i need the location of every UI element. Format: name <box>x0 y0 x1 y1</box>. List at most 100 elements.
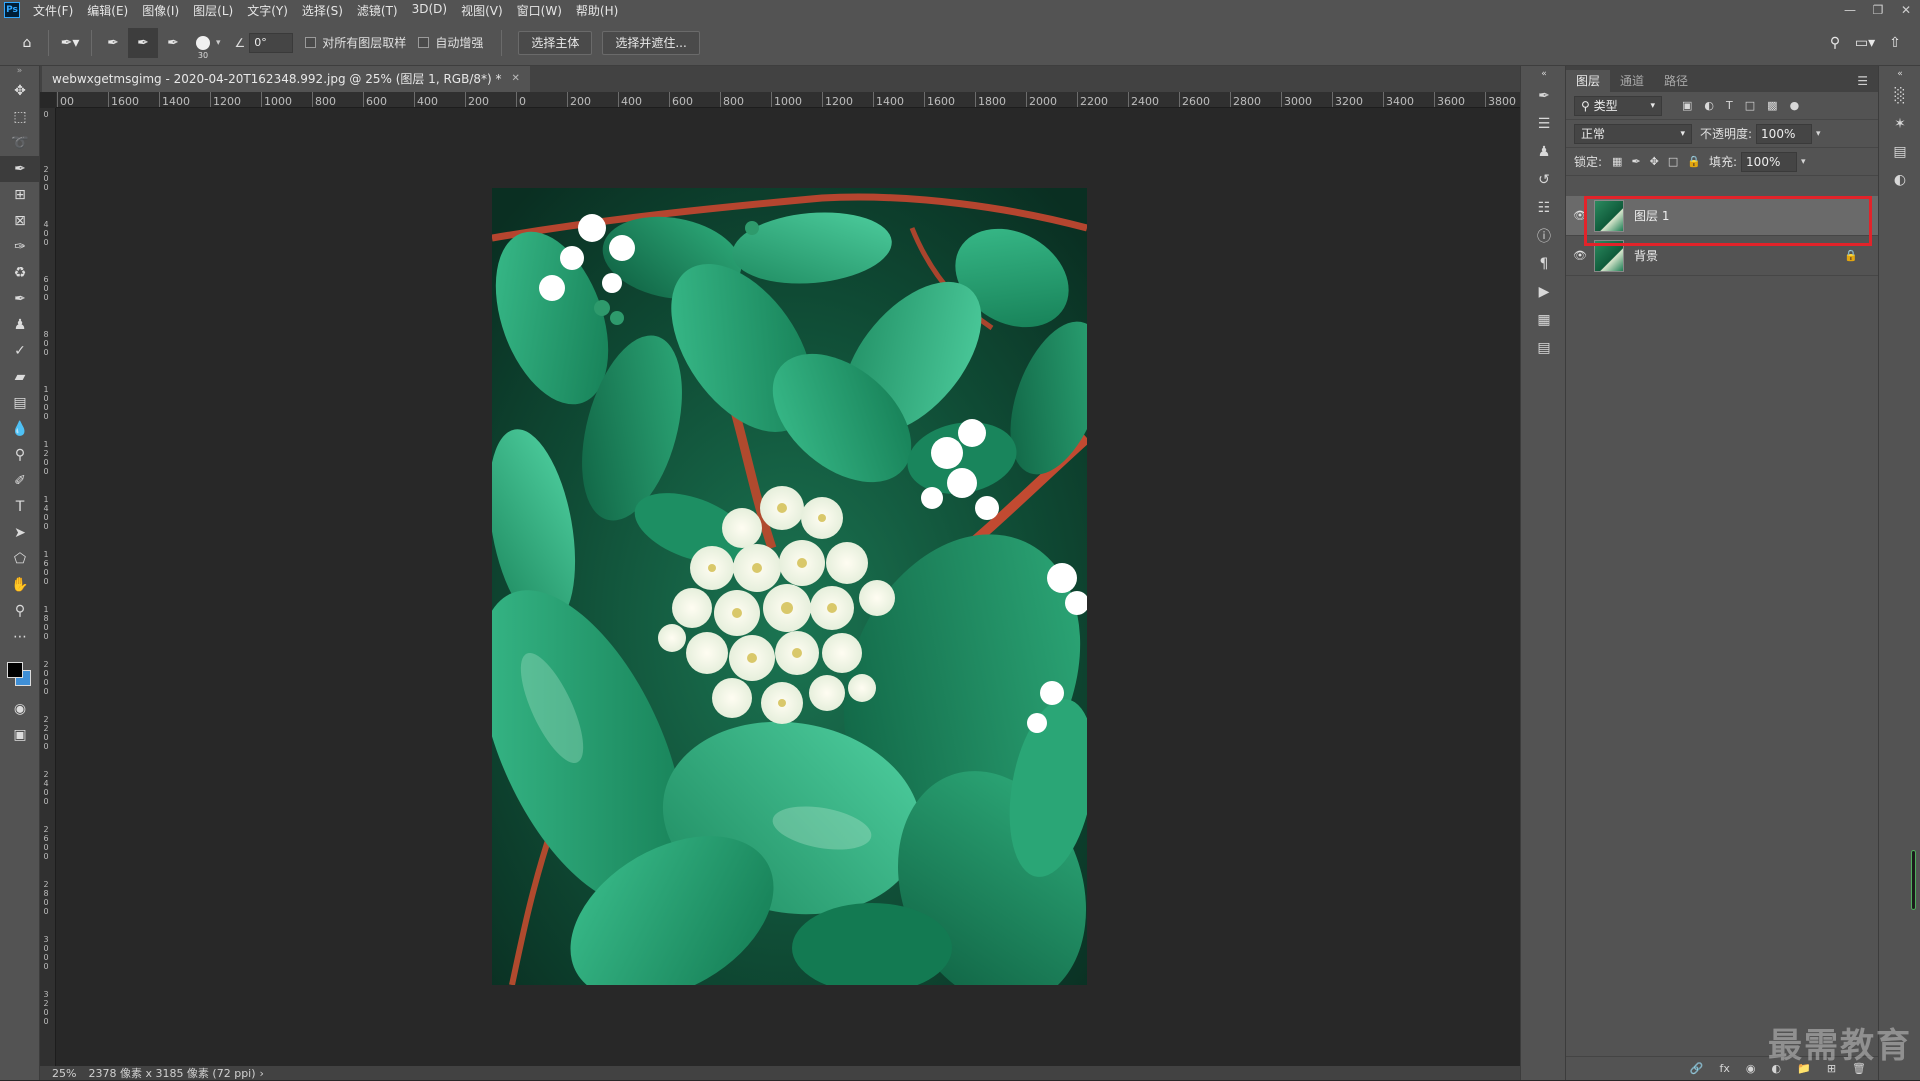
chevron-down-icon[interactable]: ▾ <box>1801 157 1806 167</box>
document-tab[interactable]: webwxgetmsgimg - 2020-04-20T162348.992.j… <box>42 66 530 92</box>
menu-file[interactable]: 文件(F) <box>26 2 80 19</box>
libraries-icon[interactable]: ▦ <box>1521 306 1567 334</box>
auto-enhance-checkbox[interactable] <box>418 37 430 48</box>
adjustments-icon[interactable]: ☰ <box>1521 110 1567 138</box>
filter-adjustment-icon[interactable]: ◐ <box>1704 99 1714 112</box>
collapse-panels-icon[interactable]: « <box>1521 66 1567 82</box>
eye-icon[interactable]: 👁 <box>1566 209 1594 222</box>
search-icon[interactable]: ⚲ <box>1820 28 1850 58</box>
chevron-down-icon[interactable]: ▾ <box>216 38 221 48</box>
brush-size-picker[interactable]: 30 <box>196 35 210 60</box>
healing-brush-tool-icon[interactable]: ♻ <box>0 260 40 286</box>
more-tools-icon[interactable]: ⋯ <box>0 624 40 650</box>
menu-3d[interactable]: 3D(D) <box>405 2 454 19</box>
filter-shape-icon[interactable]: □ <box>1745 99 1755 112</box>
panel-menu-icon[interactable]: ☰ <box>1847 70 1878 92</box>
dodge-tool-icon[interactable]: ⚲ <box>0 442 40 468</box>
chevron-down-icon[interactable]: ▾ <box>1816 129 1821 139</box>
layer-row-background[interactable]: 👁 背景 🔒 <box>1566 236 1878 276</box>
collapse-toolbar-icon[interactable]: » <box>0 66 39 78</box>
eyedropper-tool-icon[interactable]: ✑ <box>0 234 40 260</box>
zoom-tool-icon[interactable]: ⚲ <box>0 598 40 624</box>
shape-tool-icon[interactable]: ⬠ <box>0 546 40 572</box>
menu-window[interactable]: 窗口(W) <box>510 2 569 19</box>
filter-smart-object-icon[interactable]: ▩ <box>1767 99 1777 112</box>
type-tool-icon[interactable]: T <box>0 494 40 520</box>
close-icon[interactable]: ✕ <box>512 66 520 92</box>
crop-tool-icon[interactable]: ⊞ <box>0 182 40 208</box>
info-icon[interactable]: ⓘ <box>1521 222 1567 250</box>
blur-tool-icon[interactable]: 💧 <box>0 416 40 442</box>
collapse-panels-icon[interactable]: « <box>1879 66 1920 82</box>
layer-name[interactable]: 背景 <box>1634 247 1658 264</box>
add-mask-icon[interactable]: ◉ <box>1746 1062 1756 1075</box>
brush-tool-icon[interactable]: ✒ <box>0 286 40 312</box>
auto-enhance-option[interactable]: 自动增强 <box>418 34 483 51</box>
brush-settings-icon[interactable]: ✒ <box>1521 82 1567 110</box>
filter-kind-select[interactable]: ⚲ 类型 ▾ <box>1574 95 1662 116</box>
histogram-icon[interactable]: ░ <box>1879 82 1920 110</box>
fill-field[interactable]: 100% <box>1741 151 1798 172</box>
workspace-icon[interactable]: ▭▾ <box>1850 28 1880 58</box>
zoom-level[interactable]: 25% <box>52 1067 76 1080</box>
menu-type[interactable]: 文字(Y) <box>240 2 295 19</box>
history-icon[interactable]: ↺ <box>1521 166 1567 194</box>
minimize-icon[interactable]: — <box>1836 0 1864 20</box>
lock-all-icon[interactable]: 🔒 <box>1687 155 1701 168</box>
filter-pixel-icon[interactable]: ▣ <box>1682 99 1692 112</box>
lock-transparent-icon[interactable]: ▦ <box>1612 155 1622 168</box>
document-size-info[interactable]: 2378 像素 x 3185 像素 (72 ppi) <box>88 1065 255 1081</box>
menu-filter[interactable]: 滤镜(T) <box>350 2 405 19</box>
opacity-field[interactable]: 100% <box>1756 123 1813 144</box>
menu-help[interactable]: 帮助(H) <box>569 2 625 19</box>
close-icon[interactable]: ✕ <box>1892 0 1920 20</box>
clone-stamp-tool-icon[interactable]: ♟ <box>0 312 40 338</box>
history-brush-tool-icon[interactable]: ✓ <box>0 338 40 364</box>
quick-selection-tool-icon[interactable]: ✒ <box>0 156 40 182</box>
screen-mode-icon[interactable]: ▣ <box>0 722 40 748</box>
menu-image[interactable]: 图像(I) <box>135 2 186 19</box>
gradient-tool-icon[interactable]: ▤ <box>0 390 40 416</box>
chevron-right-icon[interactable]: › <box>260 1067 264 1080</box>
sample-all-layers-option[interactable]: 对所有图层取样 <box>305 34 406 51</box>
share-icon[interactable]: ⇧ <box>1880 28 1910 58</box>
menu-select[interactable]: 选择(S) <box>295 2 350 19</box>
pen-tool-icon[interactable]: ✐ <box>0 468 40 494</box>
add-to-selection-brush-icon[interactable]: ✒ <box>128 27 158 58</box>
quick-mask-icon[interactable]: ◉ <box>0 696 40 722</box>
color-icon[interactable]: ◐ <box>1879 166 1920 194</box>
path-selection-tool-icon[interactable]: ➤ <box>0 520 40 546</box>
filter-type-icon[interactable]: T <box>1726 99 1733 112</box>
menu-layer[interactable]: 图层(L) <box>186 2 240 19</box>
tab-layers[interactable]: 图层 <box>1566 70 1611 92</box>
move-tool-icon[interactable]: ✥ <box>0 78 40 104</box>
frame-tool-icon[interactable]: ⊠ <box>0 208 40 234</box>
notes-icon[interactable]: ▤ <box>1521 334 1567 362</box>
swatches-icon[interactable]: ▤ <box>1879 138 1920 166</box>
home-icon[interactable]: ⌂ <box>12 28 42 58</box>
layer-name[interactable]: 图层 1 <box>1634 207 1669 224</box>
tab-paths[interactable]: 路径 <box>1654 70 1698 92</box>
restore-icon[interactable]: ❐ <box>1864 0 1892 20</box>
tool-preset-picker-icon[interactable]: ✒▾ <box>55 28 85 58</box>
tab-channels[interactable]: 通道 <box>1610 70 1654 92</box>
properties-icon[interactable]: ☷ <box>1521 194 1567 222</box>
flower-photo[interactable] <box>492 188 1087 985</box>
clone-source-icon[interactable]: ♟ <box>1521 138 1567 166</box>
lock-image-icon[interactable]: ✒ <box>1631 155 1640 168</box>
lasso-tool-icon[interactable]: ➰ <box>0 130 40 156</box>
sample-all-layers-checkbox[interactable] <box>305 37 317 48</box>
select-and-mask-button[interactable]: 选择并遮住... <box>602 30 700 55</box>
menu-edit[interactable]: 编辑(E) <box>80 2 135 19</box>
new-selection-brush-icon[interactable]: ✒ <box>98 28 128 58</box>
eye-icon[interactable]: 👁 <box>1566 249 1594 262</box>
lock-position-icon[interactable]: ✥ <box>1650 155 1659 168</box>
layer-row-layer1[interactable]: 👁 图层 1 <box>1566 196 1878 236</box>
menu-view[interactable]: 视图(V) <box>454 2 510 19</box>
angle-field[interactable]: 0° <box>249 32 294 53</box>
select-subject-button[interactable]: 选择主体 <box>518 30 593 55</box>
character-icon[interactable]: ¶ <box>1521 250 1567 278</box>
navigator-icon[interactable]: ✶ <box>1879 110 1920 138</box>
link-layers-icon[interactable]: 🔗 <box>1690 1062 1704 1075</box>
eraser-tool-icon[interactable]: ▰ <box>0 364 40 390</box>
